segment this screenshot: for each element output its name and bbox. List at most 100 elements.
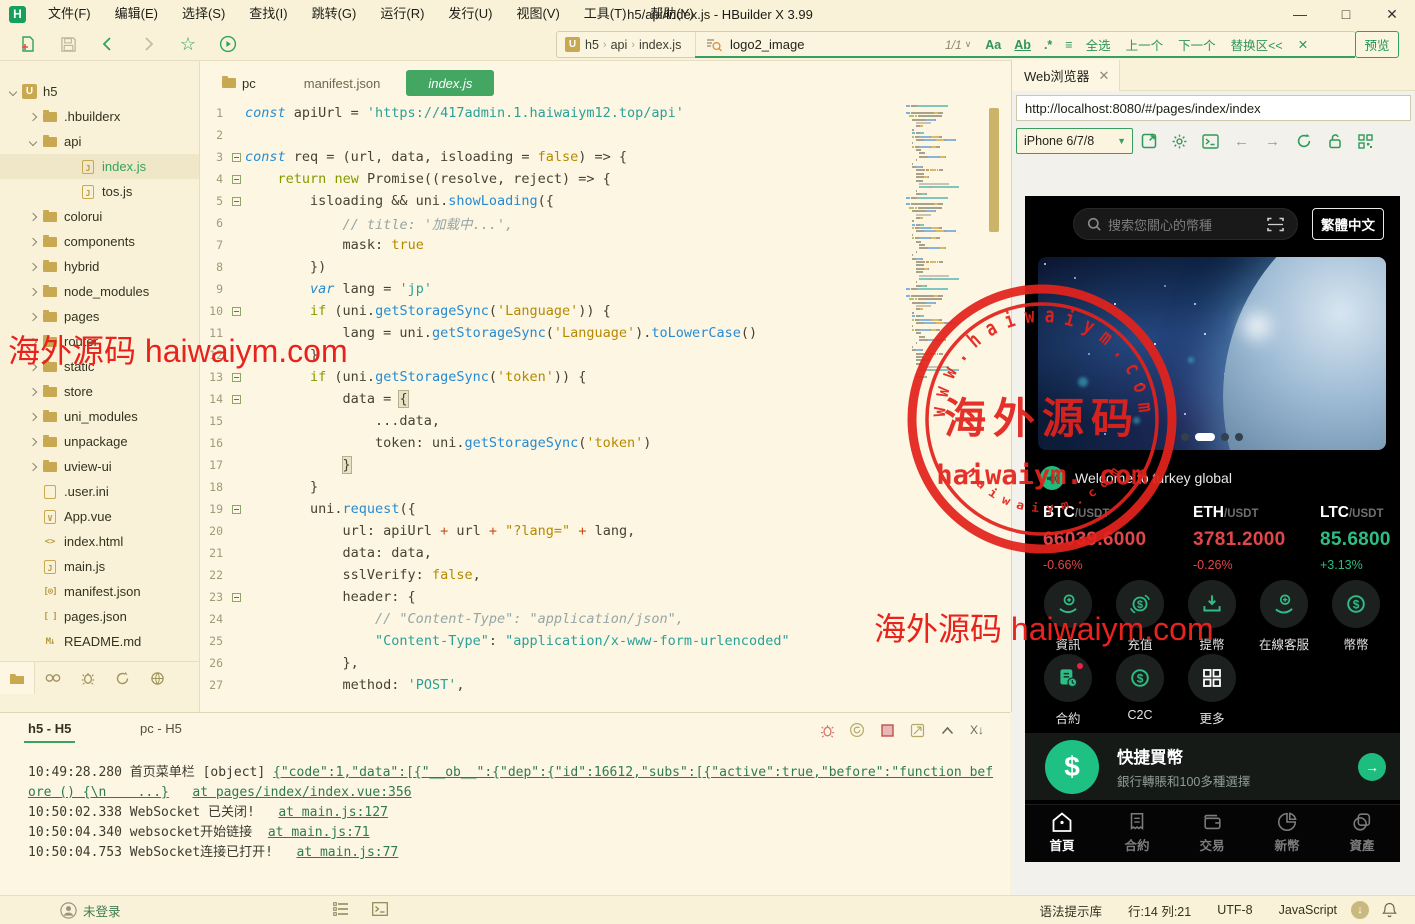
fold-marker-icon[interactable] bbox=[232, 395, 241, 404]
console-tab-pc[interactable]: pc - H5 bbox=[140, 721, 182, 736]
tree-item-index-html[interactable]: <>index.html bbox=[0, 529, 199, 554]
fold-marker-icon[interactable] bbox=[232, 197, 241, 206]
tree-item-project-h5[interactable]: Uh5 bbox=[0, 79, 199, 104]
menu-item-4[interactable]: 跳转(G) bbox=[300, 0, 369, 28]
grid-item-more[interactable]: 更多 bbox=[1176, 654, 1248, 727]
grid-item-service[interactable]: 在線客服 bbox=[1248, 580, 1320, 653]
fold-gutter[interactable] bbox=[228, 175, 245, 184]
expand-chevron-icon[interactable] bbox=[29, 262, 37, 270]
console-log-link[interactable]: at main.js:127 bbox=[278, 805, 388, 820]
menu-item-3[interactable]: 查找(I) bbox=[237, 0, 299, 28]
coin-search-input[interactable]: 搜索您關心的幣種 bbox=[1073, 208, 1298, 240]
tree-item-tos-js[interactable]: Jtos.js bbox=[0, 179, 199, 204]
qr-code-icon[interactable] bbox=[1350, 129, 1381, 153]
tree-item-colorui[interactable]: colorui bbox=[0, 204, 199, 229]
settings-gear-icon[interactable] bbox=[1164, 129, 1195, 153]
match-case-toggle[interactable]: Aa bbox=[985, 38, 1001, 52]
maximize-button[interactable]: □ bbox=[1323, 0, 1369, 28]
tree-item-main-js[interactable]: Jmain.js bbox=[0, 554, 199, 579]
search-action-3[interactable]: 替换区<< bbox=[1231, 35, 1283, 54]
search-count-caret-icon[interactable]: ∨ bbox=[965, 39, 972, 50]
editor-scrollbar[interactable] bbox=[989, 108, 999, 232]
outline-icon[interactable] bbox=[333, 902, 349, 916]
download-status-icon[interactable]: ↓ bbox=[1351, 901, 1369, 919]
account-avatar-icon[interactable] bbox=[60, 902, 77, 919]
save-button[interactable] bbox=[48, 31, 88, 57]
fold-marker-icon[interactable] bbox=[232, 593, 241, 602]
regex-toggle[interactable]: .* bbox=[1044, 38, 1052, 52]
expand-chevron-icon[interactable] bbox=[29, 462, 37, 470]
fold-gutter[interactable] bbox=[228, 395, 245, 404]
tree-item-node-modules[interactable]: node_modules bbox=[0, 279, 199, 304]
expand-chevron-icon[interactable] bbox=[29, 387, 37, 395]
tree-item-uni-modules[interactable]: uni_modules bbox=[0, 404, 199, 429]
whole-word-toggle[interactable]: Ab bbox=[1014, 38, 1031, 52]
expand-chevron-icon[interactable] bbox=[29, 237, 37, 245]
favorite-star-button[interactable]: ☆ bbox=[168, 31, 208, 57]
fold-marker-icon[interactable] bbox=[232, 505, 241, 514]
menu-item-1[interactable]: 编辑(E) bbox=[103, 0, 170, 28]
encoding-status[interactable]: UTF-8 bbox=[1217, 903, 1252, 917]
fold-gutter[interactable] bbox=[228, 373, 245, 382]
expand-chevron-icon[interactable] bbox=[29, 212, 37, 220]
console-debug-icon[interactable] bbox=[812, 719, 842, 741]
nav-item-assets[interactable]: 資產 bbox=[1325, 811, 1399, 854]
menu-item-2[interactable]: 选择(S) bbox=[170, 0, 237, 28]
console-tab-h5[interactable]: h5 - H5 bbox=[28, 721, 71, 736]
tree-item-uview-ui[interactable]: uview-ui bbox=[0, 454, 199, 479]
tree-item-hybrid[interactable]: hybrid bbox=[0, 254, 199, 279]
refresh-tool-tab[interactable] bbox=[105, 662, 140, 694]
breadcrumb-segment-index.js[interactable]: index.js bbox=[639, 38, 681, 52]
code-area[interactable]: 1const apiUrl = 'https://417admin.1.haiw… bbox=[200, 102, 900, 696]
console-log-link[interactable]: at pages/index/index.vue:356 bbox=[192, 785, 411, 800]
menu-item-0[interactable]: 文件(F) bbox=[36, 0, 103, 28]
login-status[interactable]: 未登录 bbox=[83, 901, 121, 920]
url-input[interactable]: http://localhost:8080/#/pages/index/inde… bbox=[1016, 95, 1411, 121]
console-restart-icon[interactable] bbox=[842, 719, 872, 741]
grid-item-spot[interactable]: $幣幣 bbox=[1320, 580, 1392, 653]
minimize-button[interactable]: — bbox=[1277, 0, 1323, 28]
editor-tab-manifest.json[interactable]: manifest.json bbox=[282, 70, 403, 96]
fold-marker-icon[interactable] bbox=[232, 175, 241, 184]
fold-gutter[interactable] bbox=[228, 307, 245, 316]
tree-item-api[interactable]: api bbox=[0, 129, 199, 154]
nav-item-trade[interactable]: 交易 bbox=[1175, 811, 1249, 854]
fold-gutter[interactable] bbox=[228, 197, 245, 206]
carousel-dot[interactable] bbox=[1181, 433, 1189, 441]
ssl-lock-icon[interactable] bbox=[1319, 129, 1350, 153]
expand-chevron-icon[interactable] bbox=[29, 137, 37, 145]
scan-icon[interactable] bbox=[1267, 217, 1284, 232]
webview-tab-close-icon[interactable]: ✕ bbox=[1099, 68, 1110, 84]
project-explorer-tab[interactable] bbox=[0, 662, 35, 694]
console-stop-icon[interactable] bbox=[872, 719, 902, 741]
tree-item-App-vue[interactable]: VApp.vue bbox=[0, 504, 199, 529]
expand-chevron-icon[interactable] bbox=[29, 112, 37, 120]
breadcrumb-segment-h5[interactable]: h5 bbox=[585, 38, 599, 52]
tree-item--user-ini[interactable]: .user.ini bbox=[0, 479, 199, 504]
console-log-link[interactable]: at main.js:71 bbox=[268, 825, 370, 840]
ticker-ETH[interactable]: ETH/USDT3781.2000-0.26% bbox=[1193, 504, 1286, 572]
syntax-lib-status[interactable]: 语法提示库 bbox=[1039, 901, 1102, 920]
quick-buy-card[interactable]: $ 快捷買幣 銀行轉賬和100多種選擇 → bbox=[1025, 733, 1400, 800]
run-button[interactable] bbox=[208, 31, 248, 57]
editor-tab-pc[interactable]: pc bbox=[200, 70, 278, 96]
search-input[interactable]: logo2_image bbox=[730, 37, 945, 52]
cursor-position-status[interactable]: 行:14 列:21 bbox=[1128, 901, 1191, 920]
fold-gutter[interactable] bbox=[228, 593, 245, 602]
expand-chevron-icon[interactable] bbox=[9, 87, 17, 95]
tree-item--hbuilderx[interactable]: .hbuilderx bbox=[0, 104, 199, 129]
expand-chevron-icon[interactable] bbox=[29, 412, 37, 420]
browser-refresh-icon[interactable] bbox=[1288, 129, 1319, 153]
nav-item-newcoin[interactable]: 新幣 bbox=[1250, 811, 1324, 854]
expand-chevron-icon[interactable] bbox=[29, 437, 37, 445]
quick-buy-arrow-button[interactable]: → bbox=[1358, 753, 1386, 781]
webview-tab[interactable]: Web浏览器 ✕ bbox=[1012, 60, 1120, 91]
expand-chevron-icon[interactable] bbox=[29, 312, 37, 320]
carousel-dot-active[interactable] bbox=[1195, 433, 1215, 441]
editor-tab-index.js[interactable]: index.js bbox=[406, 70, 494, 96]
search-tool-tab[interactable] bbox=[35, 662, 70, 694]
device-select[interactable]: iPhone 6/7/8 ▼ bbox=[1016, 128, 1133, 154]
open-external-icon[interactable] bbox=[1133, 129, 1164, 153]
tree-item-pages-json[interactable]: [ ]pages.json bbox=[0, 604, 199, 629]
new-file-button[interactable] bbox=[8, 31, 48, 57]
